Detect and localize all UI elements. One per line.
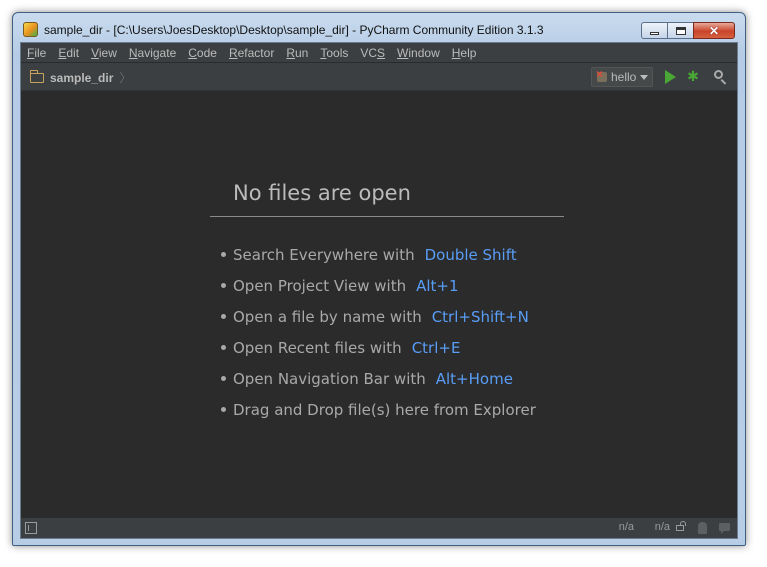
menu-label: indow (408, 45, 440, 60)
hint-list: Search Everywhere with Double Shift Open … (221, 239, 536, 425)
ide-client-area: File Edit View Navigate Code Refactor Ru… (20, 42, 738, 539)
hint-shortcut: Double Shift (424, 245, 517, 264)
menu-label: iew (98, 45, 117, 60)
menu-vcs[interactable]: VCS (354, 43, 391, 63)
hint-text: Open Recent files with (233, 338, 402, 357)
file-encoding[interactable]: n/a (655, 521, 670, 533)
menu-run[interactable]: Run (280, 43, 314, 63)
chevron-down-icon (640, 74, 649, 80)
python-icon: × (596, 67, 608, 83)
window-title: sample_dir - [C:\Users\JoesDesktop\Deskt… (44, 23, 544, 37)
search-handle (720, 79, 727, 85)
menu-label: ode (196, 45, 217, 60)
tool-window-toggle-icon[interactable] (25, 522, 37, 534)
menu-help[interactable]: Help (446, 43, 483, 63)
menu-mnemonic: W (397, 45, 409, 60)
hint-shortcut: Alt+1 (416, 276, 459, 295)
bullet-icon (221, 252, 226, 257)
inspector-icon[interactable] (698, 522, 707, 534)
close-button[interactable]: ✕ (693, 22, 735, 39)
menu-label: ools (326, 45, 349, 60)
menu-mnemonic: N (128, 45, 138, 60)
app-icon[interactable] (23, 22, 38, 37)
run-config-label: hello (611, 70, 637, 84)
bullet-icon (221, 407, 226, 412)
close-icon: ✕ (708, 23, 720, 38)
debug-icon[interactable]: ✱ (685, 69, 701, 85)
maximize-button[interactable] (667, 22, 694, 39)
pycharm-window: sample_dir - [C:\Users\JoesDesktop\Deskt… (12, 12, 746, 546)
menu-label: VC (360, 45, 378, 60)
menu-file[interactable]: File (21, 43, 52, 63)
menu-bar: File Edit View Navigate Code Refactor Ru… (21, 43, 737, 63)
event-log-icon[interactable] (719, 523, 730, 534)
editor-empty-area[interactable]: No files are open Search Everywhere with… (21, 91, 737, 519)
hint-text: Drag and Drop file(s) here from Explorer (233, 400, 536, 419)
hint-shortcut: Alt+Home (435, 369, 513, 388)
run-configuration-dropdown[interactable]: × hello (591, 67, 653, 87)
breadcrumb-separator: 〉 (119, 71, 132, 85)
hint-text: Open a file by name with (233, 307, 422, 326)
hint-text: Search Everywhere with (233, 245, 415, 264)
menu-mnemonic: V (91, 45, 99, 60)
bullet-icon (221, 283, 226, 288)
caret-position[interactable]: n/a (619, 521, 634, 533)
status-bar: n/a n/a (21, 517, 737, 538)
folder-icon (30, 69, 44, 83)
hint-text: Open Navigation Bar with (233, 369, 426, 388)
minimize-button[interactable] (641, 22, 668, 39)
menu-navigate[interactable]: Navigate (123, 43, 182, 63)
hint-shortcut: Ctrl+Shift+N (431, 307, 529, 326)
menu-label: un (294, 45, 309, 60)
hint-item: Search Everywhere with Double Shift (221, 239, 536, 270)
menu-edit[interactable]: Edit (52, 43, 85, 63)
menu-view[interactable]: View (85, 43, 123, 63)
menu-label: ile (34, 45, 47, 60)
hint-text: Open Project View with (233, 276, 407, 295)
menu-mnemonic: R (286, 45, 295, 60)
error-mark-icon: × (596, 67, 604, 81)
title-bar[interactable]: sample_dir - [C:\Users\JoesDesktop\Deskt… (13, 13, 745, 43)
title-divider (210, 216, 564, 217)
hint-item: Open a file by name with Ctrl+Shift+N (221, 301, 536, 332)
breadcrumb-label: sample_dir (50, 70, 114, 85)
menu-label: elp (460, 45, 477, 60)
menu-code[interactable]: Code (182, 43, 223, 63)
hint-item: Open Recent files with Ctrl+E (221, 332, 536, 363)
menu-refactor[interactable]: Refactor (223, 43, 280, 63)
caption-buttons: ✕ (641, 22, 735, 40)
menu-label: avigate (137, 45, 177, 60)
menu-mnemonic: R (228, 45, 238, 60)
navigation-bar: sample_dir 〉 × hello ✱ (21, 63, 737, 91)
maximize-icon (675, 26, 686, 35)
hint-item: Open Navigation Bar with Alt+Home (221, 363, 536, 394)
empty-editor-title: No files are open (233, 181, 411, 205)
search-icon[interactable] (713, 69, 729, 85)
search-lens (714, 70, 723, 79)
menu-window[interactable]: Window (391, 43, 446, 63)
bullet-icon (221, 376, 226, 381)
menu-tools[interactable]: Tools (314, 43, 354, 63)
hint-item: Open Project View with Alt+1 (221, 270, 536, 301)
bullet-icon (221, 345, 226, 350)
bullet-icon (221, 314, 226, 319)
hint-item: Drag and Drop file(s) here from Explorer (221, 394, 536, 425)
menu-label: dit (66, 45, 80, 60)
menu-label: efactor (237, 45, 275, 60)
minimize-icon (650, 32, 659, 35)
lock-icon[interactable] (676, 521, 686, 531)
menu-mnemonic: C (188, 45, 197, 60)
run-icon[interactable] (665, 70, 676, 84)
hint-shortcut: Ctrl+E (411, 338, 461, 357)
breadcrumb[interactable]: sample_dir 〉 (30, 69, 131, 86)
menu-mnemonic: S (377, 45, 386, 60)
